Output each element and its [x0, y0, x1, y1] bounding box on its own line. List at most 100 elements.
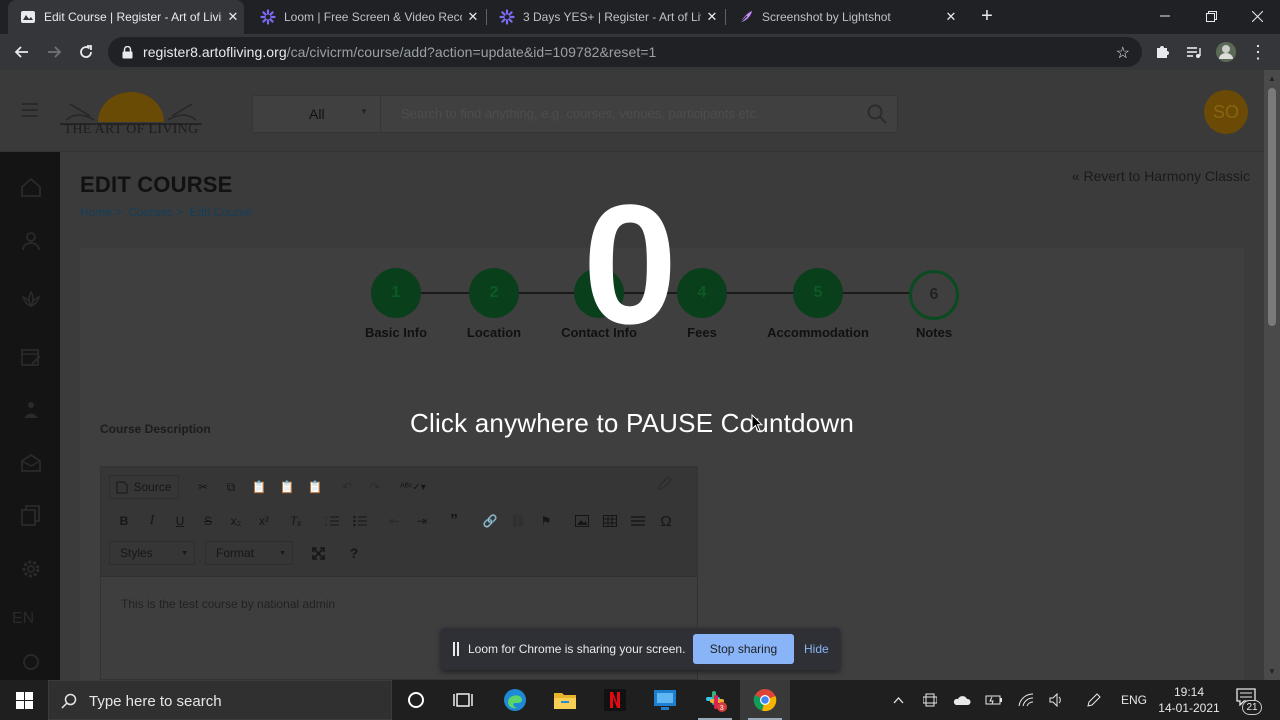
link-icon[interactable]: 🔗 — [479, 509, 501, 533]
scroll-down-arrow-icon[interactable]: ▼ — [1264, 667, 1280, 676]
chrome-icon[interactable] — [740, 680, 790, 720]
image-icon[interactable] — [571, 509, 593, 533]
blockquote-icon[interactable]: ” — [443, 509, 465, 533]
system-clock[interactable]: 19:14 14-01-2021 — [1152, 684, 1226, 716]
undo-icon[interactable]: ↶ — [335, 475, 359, 499]
step-2-location[interactable]: 2 — [469, 268, 519, 318]
hide-button[interactable]: Hide — [804, 642, 829, 656]
tab-3-days-yes[interactable]: 3 Days YES+ | Register - Art of Living ✕ — [487, 0, 723, 34]
breadcrumb-home[interactable]: Home — [80, 205, 112, 219]
italic-icon[interactable]: I — [141, 509, 163, 533]
search-icon[interactable] — [867, 104, 887, 129]
bulleted-list-icon[interactable] — [349, 509, 371, 533]
scroll-up-arrow-icon[interactable]: ▲ — [1264, 74, 1280, 83]
art-of-living-logo[interactable]: THE ART OF LIVING — [60, 82, 202, 140]
horizontal-rule-icon[interactable] — [627, 509, 649, 533]
cortana-circle-icon[interactable] — [391, 680, 441, 720]
search-scope-select[interactable]: All ▼ — [253, 96, 381, 132]
cut-icon[interactable]: ✂ — [191, 475, 215, 499]
task-view-icon[interactable] — [438, 680, 488, 720]
tablet-mode-icon[interactable] — [919, 690, 941, 710]
lock-icon[interactable] — [120, 45, 134, 59]
breadcrumb-edit-course[interactable]: Edit Course — [189, 205, 252, 219]
show-hidden-icons-chevron-icon[interactable] — [887, 690, 909, 710]
paste-word-icon[interactable]: 📋 — [303, 475, 327, 499]
media-queue-icon[interactable] — [1180, 38, 1208, 66]
close-tab-icon[interactable]: ✕ — [222, 9, 244, 25]
close-tab-icon[interactable]: ✕ — [940, 9, 962, 25]
chrome-menu-icon[interactable]: ⋮ — [1244, 38, 1272, 66]
paste-icon[interactable]: 📋 — [247, 475, 271, 499]
remove-format-icon[interactable]: Tₓ — [285, 509, 307, 533]
wifi-icon[interactable] — [1015, 690, 1037, 710]
paste-text-icon[interactable]: 📋 — [275, 475, 299, 499]
meditation-icon[interactable] — [20, 400, 42, 422]
bold-icon[interactable]: B — [113, 509, 135, 533]
close-tab-icon[interactable]: ✕ — [701, 9, 723, 25]
tab-lightshot[interactable]: Screenshot by Lightshot ✕ — [726, 0, 962, 34]
source-button[interactable]: Source — [109, 475, 179, 499]
anchor-flag-icon[interactable]: ⚑ — [535, 509, 557, 533]
minimize-icon[interactable] — [1142, 0, 1188, 32]
reload-icon[interactable] — [72, 38, 100, 66]
back-arrow-icon[interactable] — [8, 38, 36, 66]
redo-icon[interactable]: ↷ — [363, 475, 387, 499]
countdown-number[interactable]: 0 — [560, 175, 700, 355]
increase-indent-icon[interactable]: ⇥ — [411, 509, 433, 533]
copy-icon[interactable] — [20, 504, 42, 526]
volume-icon[interactable] — [1046, 690, 1068, 710]
step-1-basic-info[interactable]: 1 — [371, 268, 421, 318]
maximize-icon[interactable] — [307, 541, 329, 565]
styles-dropdown[interactable]: Styles ▼ — [109, 541, 195, 565]
bookmark-star-icon[interactable]: ☆ — [1116, 43, 1130, 63]
lotus-icon[interactable] — [20, 288, 42, 310]
new-tab-icon[interactable]: + — [972, 0, 1002, 32]
settings-gear-icon[interactable] — [20, 558, 42, 580]
file-explorer-icon[interactable] — [540, 680, 590, 720]
tab-edit-course[interactable]: Edit Course | Register - Art of Living ✕ — [8, 0, 244, 34]
revert-to-classic-link[interactable]: « Revert to Harmony Classic — [1072, 168, 1250, 184]
unlink-icon[interactable]: ⛓ — [507, 509, 529, 533]
scrollbar-thumb[interactable] — [1268, 88, 1276, 326]
stop-sharing-button[interactable]: Stop sharing — [693, 634, 794, 664]
pen-workspace-icon[interactable] — [1083, 690, 1105, 710]
drag-handle-icon[interactable] — [453, 642, 459, 656]
address-bar[interactable]: register8.artofliving.org/ca/civicrm/cou… — [108, 37, 1142, 67]
copy-icon[interactable]: ⧉ — [219, 475, 243, 499]
format-dropdown[interactable]: Format ▼ — [205, 541, 293, 565]
power-icon[interactable] — [20, 650, 42, 672]
netflix-icon[interactable] — [590, 680, 640, 720]
calendar-edit-icon[interactable] — [20, 346, 42, 368]
edge-browser-icon[interactable] — [490, 680, 540, 720]
profile-avatar-icon[interactable] — [1212, 38, 1240, 66]
underline-icon[interactable]: U — [169, 509, 191, 533]
language-selector[interactable]: EN — [12, 610, 34, 628]
help-button[interactable]: ? — [343, 541, 365, 565]
search-input[interactable]: Search to find anything, e.g. courses, v… — [401, 106, 759, 121]
users-icon[interactable] — [20, 230, 42, 252]
pause-countdown-message[interactable]: Click anywhere to PAUSE Countdown — [340, 408, 924, 439]
hamburger-menu-icon[interactable] — [22, 103, 38, 121]
editor-content[interactable]: This is the test course by national admi… — [121, 597, 335, 611]
extensions-puzzle-icon[interactable] — [1148, 38, 1176, 66]
restore-icon[interactable] — [1188, 0, 1234, 32]
subscript-icon[interactable]: x₂ — [225, 509, 247, 533]
user-avatar[interactable]: SO — [1204, 90, 1248, 134]
decrease-indent-icon[interactable]: ⇤ — [383, 509, 405, 533]
table-icon[interactable] — [599, 509, 621, 533]
strikethrough-icon[interactable]: S — [197, 509, 219, 533]
forward-arrow-icon[interactable] — [40, 38, 68, 66]
taskbar-search-box[interactable]: Type here to search — [48, 680, 392, 720]
remote-desktop-icon[interactable] — [640, 680, 690, 720]
close-tab-icon[interactable]: ✕ — [462, 9, 484, 25]
special-character-icon[interactable]: Ω — [655, 509, 677, 533]
superscript-icon[interactable]: x² — [253, 509, 275, 533]
input-language-indicator[interactable]: ENG — [1121, 693, 1147, 707]
slack-icon[interactable]: 3 — [690, 680, 740, 720]
onedrive-cloud-icon[interactable] — [951, 690, 973, 710]
page-scrollbar[interactable]: ▲ ▼ — [1264, 70, 1280, 680]
url-text[interactable]: register8.artofliving.org/ca/civicrm/cou… — [143, 44, 656, 60]
step-6-notes[interactable]: 6 — [909, 270, 959, 320]
breadcrumb-courses[interactable]: Courses — [128, 205, 173, 219]
battery-icon[interactable] — [983, 690, 1005, 710]
